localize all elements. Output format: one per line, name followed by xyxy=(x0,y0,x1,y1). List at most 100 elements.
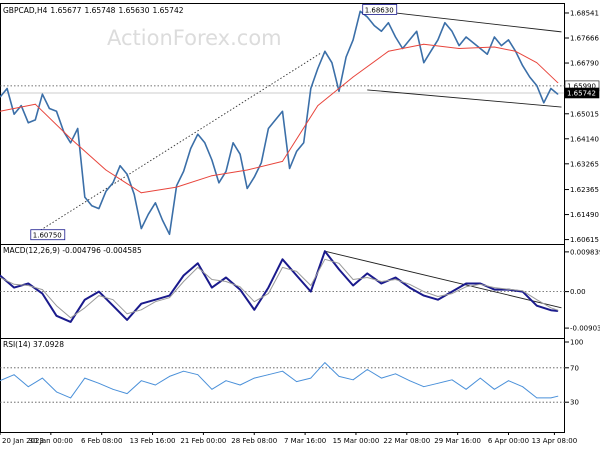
data-point xyxy=(14,374,15,375)
data-point xyxy=(14,287,15,288)
data-point xyxy=(204,142,205,143)
data-point xyxy=(381,31,382,32)
y-tick-label: 1.60615 xyxy=(570,236,599,244)
data-point xyxy=(529,77,530,78)
data-point xyxy=(183,371,184,372)
data-point xyxy=(141,303,142,304)
data-point xyxy=(324,259,325,260)
data-point xyxy=(84,378,85,379)
data-point xyxy=(501,45,502,46)
data-point xyxy=(381,378,382,379)
data-point xyxy=(367,369,368,370)
x-tick-label: 15 Mar 00:00 xyxy=(333,437,380,445)
data-point xyxy=(233,142,234,143)
data-point xyxy=(452,31,453,32)
data-point xyxy=(49,108,50,109)
data-point xyxy=(169,295,170,296)
data-point xyxy=(141,380,142,381)
data-point xyxy=(558,396,559,397)
data-point xyxy=(437,296,438,297)
data-point xyxy=(35,120,36,121)
data-point xyxy=(98,291,99,292)
data-point xyxy=(522,386,523,387)
data-point xyxy=(268,128,269,129)
data-point xyxy=(211,175,212,176)
data-point xyxy=(268,293,269,294)
data-point xyxy=(240,286,241,287)
data-point xyxy=(42,289,43,290)
data-point xyxy=(508,289,509,290)
data-point xyxy=(155,299,156,300)
data-point xyxy=(148,214,149,215)
data-point xyxy=(211,287,212,288)
data-point xyxy=(353,285,354,286)
data-point xyxy=(275,120,276,121)
data-point xyxy=(77,128,78,129)
data-point xyxy=(282,267,283,268)
data-point xyxy=(211,389,212,390)
x-tick-label: 28 Feb 08:00 xyxy=(231,437,277,445)
data-point xyxy=(367,277,368,278)
data-point xyxy=(339,376,340,377)
x-tick-label: 13 Feb 16:00 xyxy=(130,437,176,445)
data-point xyxy=(42,293,43,294)
ohlc-value: 1.65748 xyxy=(84,6,115,15)
y-tick-label: 100 xyxy=(570,339,583,347)
data-point xyxy=(254,378,255,379)
y-tick-label: -0.009036 xyxy=(570,325,600,333)
data-point xyxy=(113,389,114,390)
data-point xyxy=(113,182,114,183)
data-point xyxy=(310,285,311,286)
data-point xyxy=(141,228,142,229)
data-point xyxy=(445,22,446,23)
y-tick-label: 1.67666 xyxy=(570,34,599,42)
data-point xyxy=(56,315,57,316)
data-point xyxy=(197,263,198,264)
data-point xyxy=(155,301,156,302)
data-point xyxy=(480,48,481,49)
data-point xyxy=(183,281,184,282)
x-tick-label: 22 Mar 08:00 xyxy=(383,437,430,445)
data-point xyxy=(226,380,227,381)
data-point xyxy=(84,307,85,308)
data-point xyxy=(310,291,311,292)
data-point xyxy=(466,283,467,284)
data-point xyxy=(487,54,488,55)
symbol-label: GBPCAD,H4 xyxy=(3,6,48,15)
data-point xyxy=(324,251,325,252)
data-point xyxy=(28,386,29,387)
price-tag-label: 1.65742 xyxy=(567,89,596,97)
data-point xyxy=(317,105,318,106)
data-point xyxy=(367,273,368,274)
data-point xyxy=(240,385,241,386)
data-point xyxy=(409,287,410,288)
series-line-ma xyxy=(0,44,558,193)
x-tick-label: 13 Apr 08:00 xyxy=(532,437,578,445)
data-point xyxy=(84,197,85,198)
data-point xyxy=(289,168,290,169)
data-point xyxy=(473,42,474,43)
data-point xyxy=(558,82,559,83)
data-point xyxy=(169,297,170,298)
data-point xyxy=(56,305,57,306)
data-point xyxy=(508,39,509,40)
data-point xyxy=(353,77,354,78)
data-point xyxy=(536,398,537,399)
data-point xyxy=(388,22,389,23)
data-point xyxy=(374,25,375,26)
data-point xyxy=(120,165,121,166)
data-point xyxy=(14,284,15,285)
data-point xyxy=(437,39,438,40)
y-tick-label: 1.68541 xyxy=(570,9,599,17)
data-point xyxy=(106,170,107,171)
data-point xyxy=(536,85,537,86)
data-point xyxy=(127,319,128,320)
data-point xyxy=(296,275,297,276)
data-point xyxy=(42,94,43,95)
data-point xyxy=(240,154,241,155)
data-point xyxy=(211,160,212,161)
data-point xyxy=(466,37,467,38)
data-point xyxy=(339,91,340,92)
data-point xyxy=(430,51,431,52)
y-tick-label: 0.00 xyxy=(570,288,586,296)
